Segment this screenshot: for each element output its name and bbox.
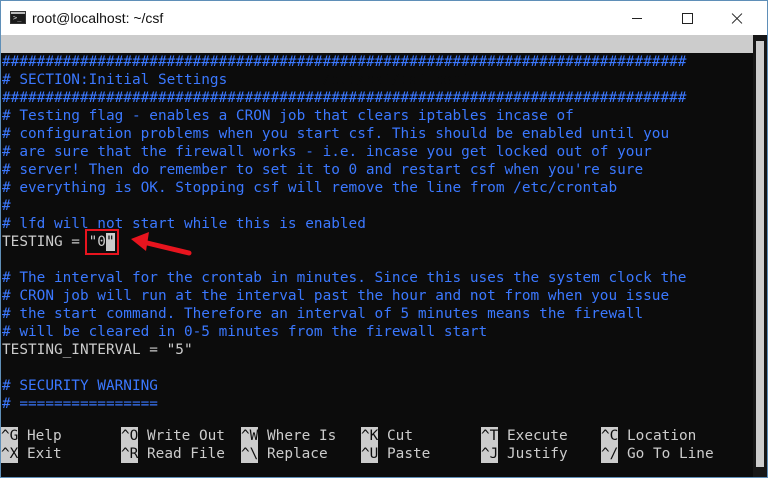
shortcut-key: ^O: [121, 427, 139, 445]
shortcut-key: ^R: [121, 445, 139, 463]
maximize-button[interactable]: [662, 1, 712, 35]
shortcut-key: ^X: [1, 445, 19, 463]
shortcut-key: ^K: [361, 427, 379, 445]
comment-line: # everything is OK. Stopping csf will re…: [2, 180, 618, 196]
terminal-area[interactable]: GNU nano 6.2 /etc/csf/csf.conf * #######…: [1, 35, 753, 477]
comment-line: ########################################…: [2, 90, 687, 106]
shortcut-label: Read File: [138, 446, 225, 462]
shortcut-key: ^U: [361, 445, 379, 463]
nano-header-bar: GNU nano 6.2 /etc/csf/csf.conf *: [1, 35, 753, 106]
shortcut-label: Exit: [18, 446, 62, 462]
shortcut-write-out[interactable]: ^O Write Out: [121, 427, 225, 445]
comment-line: # ================: [2, 396, 158, 412]
config-line: TESTING_INTERVAL = "5": [2, 342, 193, 358]
testing-value-highlight[interactable]: "0": [84, 229, 119, 255]
shortcut-label: Cut: [378, 428, 413, 444]
red-arrow-annotation-icon: [131, 232, 192, 256]
shortcut-help[interactable]: ^G Help: [1, 427, 62, 445]
shortcut-label: Location: [618, 428, 697, 444]
shortcut-label: Paste: [378, 446, 431, 462]
file-path: /etc/csf/csf.conf: [322, 72, 470, 88]
terminal-icon-glyph: >_: [13, 14, 22, 22]
shortcut-label: Where Is: [258, 428, 337, 444]
comment-line: # the start command. Therefore an interv…: [2, 306, 644, 322]
shortcut-label: Write Out: [138, 428, 225, 444]
shortcut-location[interactable]: ^C Location: [601, 427, 696, 445]
text-cursor: ": [105, 233, 115, 251]
shortcut-key: ^W: [241, 427, 259, 445]
terminal-app-icon[interactable]: >_: [10, 11, 26, 24]
shortcut-label: Go To Line: [618, 446, 714, 462]
close-button[interactable]: [712, 1, 762, 35]
vertical-scrollbar[interactable]: [753, 35, 767, 477]
comment-line: # server! Then do remember to set it to …: [2, 162, 644, 178]
shortcut-paste[interactable]: ^U Paste: [361, 445, 430, 463]
scrollbar-thumb[interactable]: [756, 41, 764, 467]
shortcut-key: ^T: [481, 427, 499, 445]
title-bar[interactable]: >_ root@localhost: ~/csf: [1, 1, 767, 35]
shortcut-key: ^/: [601, 445, 619, 463]
shortcut-read-file[interactable]: ^R Read File: [121, 445, 225, 463]
window-title: root@localhost: ~/csf: [32, 10, 164, 26]
terminal-window: >_ root@localhost: ~/csf GNU nano 6.2 /e…: [0, 0, 768, 478]
comment-line: # SECTION:Initial Settings: [2, 72, 228, 88]
shortcut-execute[interactable]: ^T Execute: [481, 427, 568, 445]
shortcut-go-to-line[interactable]: ^/ Go To Line: [601, 445, 714, 463]
shortcut-key: ^\: [241, 445, 259, 463]
comment-line: # SECURITY WARNING: [2, 378, 158, 394]
shortcut-where-is[interactable]: ^W Where Is: [241, 427, 336, 445]
shortcut-key: ^C: [601, 427, 619, 445]
shortcut-justify[interactable]: ^J Justify: [481, 445, 568, 463]
minimize-button[interactable]: [612, 1, 662, 35]
testing-value[interactable]: "0: [89, 234, 106, 250]
testing-key: TESTING =: [2, 234, 89, 250]
comment-line: # are sure that the firewall works - i.e…: [2, 144, 652, 160]
shortcut-key: ^J: [481, 445, 499, 463]
shortcut-cut[interactable]: ^K Cut: [361, 427, 413, 445]
comment-line: # configuration problems when you start …: [2, 126, 670, 142]
config-line: TESTING = "0": [2, 229, 119, 255]
shortcut-replace[interactable]: ^\ Replace: [241, 445, 328, 463]
comment-line: # The interval for the crontab in minute…: [2, 270, 687, 286]
shortcut-label: Justify: [498, 446, 568, 462]
shortcut-label: Execute: [498, 428, 568, 444]
comment-line: ########################################…: [2, 54, 687, 70]
shortcut-label: Replace: [258, 446, 328, 462]
comment-line: #: [2, 198, 11, 214]
shortcut-exit[interactable]: ^X Exit: [1, 445, 62, 463]
shortcut-label: Help: [18, 428, 62, 444]
comment-line: # CRON job will run at the interval past…: [2, 288, 670, 304]
comment-line: # will be cleared in 0-5 minutes from th…: [2, 324, 488, 340]
shortcut-key: ^G: [1, 427, 19, 445]
comment-line: # Testing flag - enables a CRON job that…: [2, 108, 574, 124]
